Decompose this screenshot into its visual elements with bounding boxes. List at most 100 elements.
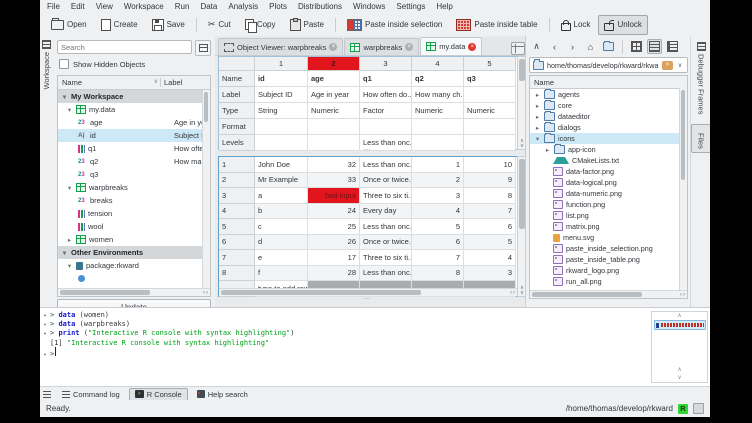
up-button[interactable]: ∧: [529, 39, 544, 54]
file-row[interactable]: ▸app-icon: [530, 144, 687, 155]
file-row[interactable]: CMakeLists.txt: [530, 155, 687, 166]
column-header[interactable]: 3: [360, 57, 412, 71]
tab-debugger-frames[interactable]: Debugger Frames: [691, 38, 710, 118]
cell[interactable]: q3: [464, 71, 516, 87]
chevron-down-icon[interactable]: ▾: [534, 135, 541, 143]
file-row[interactable]: ▸agents: [530, 89, 687, 100]
cell[interactable]: 32: [308, 157, 360, 173]
cell[interactable]: 25: [308, 219, 360, 235]
chevron-right-icon[interactable]: ▸: [534, 91, 541, 99]
menu-plots[interactable]: Plots: [269, 2, 287, 11]
column-name[interactable]: Name∨: [58, 78, 161, 87]
cell[interactable]: c: [255, 219, 308, 235]
tab-help-search[interactable]: Help search: [191, 388, 254, 401]
cell[interactable]: Factor: [360, 103, 412, 119]
cell[interactable]: 5: [412, 219, 464, 235]
view-short-button[interactable]: [629, 39, 644, 54]
files-vertical-scrollbar[interactable]: [679, 88, 687, 290]
cell[interactable]: age: [308, 71, 360, 87]
view-detailed-button[interactable]: [647, 39, 662, 54]
file-row[interactable]: matrix.png: [530, 221, 687, 232]
file-row-selected[interactable]: ▾icons: [530, 133, 687, 144]
cell[interactable]: 5: [464, 235, 516, 251]
column-header[interactable]: 4: [412, 57, 464, 71]
path-combobox[interactable]: home/thomas/develop/rkward/rkward/ × ∨: [529, 57, 688, 73]
cell[interactable]: [360, 119, 412, 135]
cell[interactable]: String: [255, 103, 308, 119]
cell[interactable]: Numeric: [412, 103, 464, 119]
files-horizontal-scrollbar[interactable]: ‹›: [530, 290, 687, 298]
file-row[interactable]: data-factor.png: [530, 166, 687, 177]
new-folder-button[interactable]: [601, 39, 616, 54]
data-grid-horizontal-scrollbar[interactable]: ‹›: [219, 288, 517, 296]
tab-r-console[interactable]: >R Console: [129, 388, 188, 401]
scroll-down-icon[interactable]: ∨: [678, 374, 682, 382]
cell[interactable]: Every day: [360, 204, 412, 220]
cell[interactable]: d: [255, 235, 308, 251]
console-side-panel[interactable]: ∧ ∧ ∨: [651, 311, 708, 383]
menu-edit[interactable]: Edit: [71, 2, 85, 11]
bottom-splitter[interactable]: ⋯: [218, 298, 516, 304]
cell[interactable]: Age in year: [308, 87, 360, 103]
cell[interactable]: 6: [464, 219, 516, 235]
file-row[interactable]: function.png: [530, 199, 687, 210]
tab-command-log[interactable]: Command log: [56, 388, 126, 401]
section-my-workspace[interactable]: ▾My Workspace: [58, 90, 210, 103]
copy-button[interactable]: Copy: [239, 15, 282, 34]
cell-bad-input[interactable]: bad input: [308, 188, 360, 204]
view-tree-button[interactable]: [665, 39, 680, 54]
tab-object-viewer[interactable]: Object Viewer: warpbreaks×: [218, 38, 343, 55]
scroll-up-icon[interactable]: ∧: [678, 366, 682, 374]
scroll-up-icon[interactable]: ∧: [678, 312, 682, 320]
menu-distributions[interactable]: Distributions: [298, 2, 342, 11]
cell[interactable]: a: [255, 188, 308, 204]
cell[interactable]: q2: [412, 71, 464, 87]
cell[interactable]: [412, 119, 464, 135]
file-row[interactable]: list.png: [530, 210, 687, 221]
file-row[interactable]: paste_inside_selection.png: [530, 243, 687, 254]
cell[interactable]: 28: [308, 266, 360, 282]
cell[interactable]: 7: [464, 204, 516, 220]
chevron-right-icon[interactable]: ▸: [544, 146, 551, 154]
cell[interactable]: 1: [412, 157, 464, 173]
workspace-horizontal-scrollbar[interactable]: ‹›: [58, 288, 210, 296]
menu-analysis[interactable]: Analysis: [228, 2, 258, 11]
cell[interactable]: John Doe: [255, 157, 308, 173]
tree-row-mydata[interactable]: ▾my.data: [58, 103, 210, 116]
cell[interactable]: q1: [360, 71, 412, 87]
cell[interactable]: Numeric: [464, 103, 516, 119]
tree-row-q3[interactable]: 23q3: [58, 168, 210, 181]
section-other-environments[interactable]: ▾Other Environments: [58, 246, 210, 259]
cell[interactable]: 33: [308, 173, 360, 189]
console-prompt-line[interactable]: ▾>: [40, 347, 650, 359]
menu-data[interactable]: Data: [200, 2, 217, 11]
cell[interactable]: How often do...: [360, 87, 412, 103]
cell[interactable]: [308, 119, 360, 135]
cell[interactable]: Mr Example: [255, 173, 308, 189]
column-label[interactable]: Label: [161, 78, 210, 87]
cell[interactable]: e: [255, 250, 308, 266]
menu-run[interactable]: Run: [175, 2, 190, 11]
menu-workspace[interactable]: Workspace: [124, 2, 164, 11]
cell[interactable]: 7: [412, 250, 464, 266]
cell[interactable]: 4: [464, 250, 516, 266]
tree-row-age[interactable]: 23ageAge in year: [58, 116, 210, 129]
back-button[interactable]: ‹: [547, 39, 562, 54]
chevron-right-icon[interactable]: ▸: [534, 124, 541, 132]
clear-path-icon[interactable]: ×: [662, 61, 673, 70]
chevron-right-icon[interactable]: ▸: [534, 102, 541, 110]
cell[interactable]: 3: [412, 188, 464, 204]
toolview-menu-icon[interactable]: [43, 391, 51, 398]
tree-row-id[interactable]: A|idSubject ID: [58, 129, 210, 142]
side-panel-selected-item[interactable]: [654, 320, 706, 330]
tree-row-women[interactable]: ▸women: [58, 233, 210, 246]
cell[interactable]: Less than onc...: [360, 157, 412, 173]
scroll-right-icon[interactable]: ›: [683, 292, 687, 298]
menu-file[interactable]: File: [47, 2, 60, 11]
open-button[interactable]: Open: [45, 16, 93, 34]
cell[interactable]: 8: [464, 188, 516, 204]
file-row[interactable]: ▸dataeditor: [530, 111, 687, 122]
cell[interactable]: 9: [464, 173, 516, 189]
tree-row-warpbreaks[interactable]: ▾warpbreaks: [58, 181, 210, 194]
chevron-right-icon[interactable]: ▸: [66, 236, 73, 244]
